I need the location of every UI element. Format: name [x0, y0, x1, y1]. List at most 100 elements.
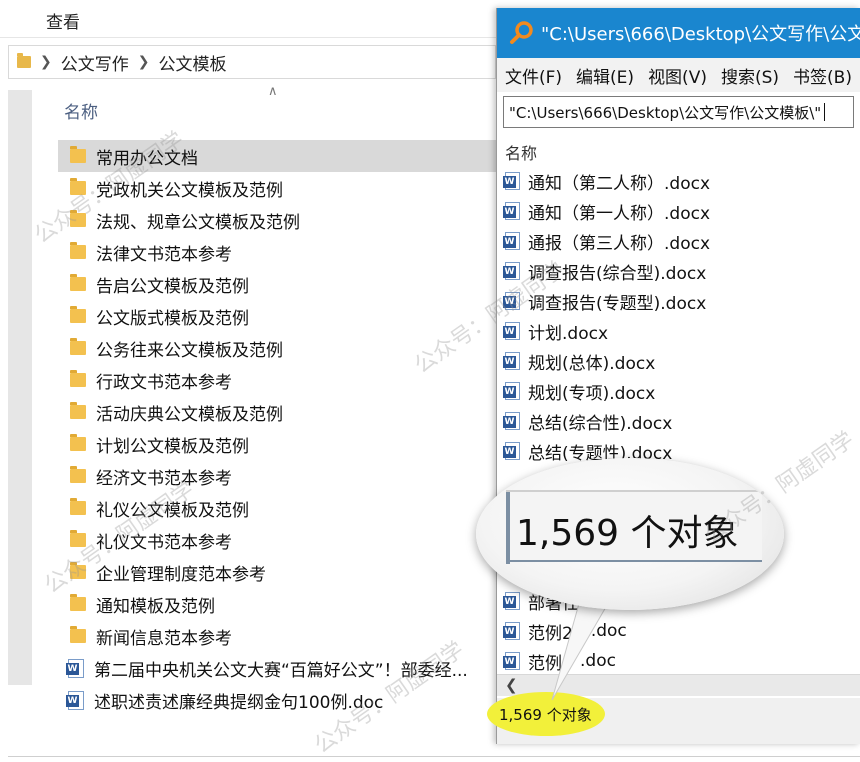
folder-row[interactable]: 告启公文模板及范例: [58, 268, 498, 300]
folder-row[interactable]: 常用办公文档: [58, 140, 498, 172]
folder-name: 行政文书范本参考: [96, 372, 232, 393]
breadcrumb-item[interactable]: 公文写作: [61, 50, 129, 75]
file-row[interactable]: 第二届中央机关公文大赛“百篇好公文”！部委经...: [58, 652, 498, 684]
result-file-name: 规划(专项).docx: [528, 383, 656, 404]
chevron-right-icon[interactable]: ❯: [40, 54, 52, 70]
word-document-icon: [503, 352, 520, 370]
result-row[interactable]: 通知（第一人称）.docx: [497, 196, 860, 226]
folder-row[interactable]: 经济文书范本参考: [58, 460, 498, 492]
folder-name: 企业管理制度范本参考: [96, 564, 266, 585]
folder-row[interactable]: 新闻信息范本参考: [58, 620, 498, 652]
result-row[interactable]: 规划(专项).docx: [497, 376, 860, 406]
result-row[interactable]: 范例 .doc: [497, 646, 860, 676]
folder-name: 活动庆典公文模板及范例: [96, 404, 283, 425]
word-document-icon: [503, 172, 520, 190]
result-row[interactable]: 调查报告(专题型).docx: [497, 286, 860, 316]
file-name: 第二届中央机关公文大赛“百篇好公文”！部委经...: [94, 660, 468, 681]
folder-row[interactable]: 行政文书范本参考: [58, 364, 498, 396]
chevron-right-icon[interactable]: ❯: [138, 54, 150, 70]
column-header-name[interactable]: 名称: [505, 140, 860, 163]
word-document-icon: [503, 382, 520, 400]
result-row[interactable]: 范例2 .doc: [497, 616, 860, 646]
menu-edit[interactable]: 编辑(E): [576, 63, 634, 88]
folder-name: 经济文书范本参考: [96, 468, 232, 489]
scroll-left-icon[interactable]: ❮: [505, 676, 518, 694]
breadcrumb-item[interactable]: 公文模板: [158, 50, 226, 75]
word-document-icon: [503, 292, 520, 310]
result-file-extension: .doc: [580, 651, 616, 671]
result-row[interactable]: 通报（第三人称）.docx: [497, 226, 860, 256]
result-row[interactable]: 计划.docx: [497, 316, 860, 346]
menu-bookmarks[interactable]: 书签(B): [793, 63, 852, 88]
folder-icon: [70, 498, 86, 515]
folder-row[interactable]: 法律文书范本参考: [58, 236, 498, 268]
folder-icon: [70, 146, 86, 163]
word-document-icon: [503, 322, 520, 340]
folder-row[interactable]: 通知模板及范例: [58, 588, 498, 620]
folder-icon: [70, 434, 86, 451]
folder-name: 新闻信息范本参考: [96, 628, 232, 649]
menu-bar: 文件(F) 编辑(E) 视图(V) 搜索(S) 书签(B): [497, 58, 860, 92]
folder-row[interactable]: 党政机关公文模板及范例: [58, 172, 498, 204]
file-row[interactable]: 述职述责述廉经典提纲金句100例.doc: [58, 684, 498, 716]
result-row[interactable]: 规划(总体).docx: [497, 346, 860, 376]
address-bar[interactable]: ❯ 公文写作 ❯ 公文模板: [8, 45, 496, 79]
folder-row[interactable]: 公务往来公文模板及范例: [58, 332, 498, 364]
title-bar: "C:\Users\666\Desktop\公文写作\公文: [497, 8, 860, 58]
folder-row[interactable]: 法规、规章公文模板及范例: [58, 204, 498, 236]
result-file-name: 范例: [528, 653, 562, 674]
folder-icon: [70, 274, 86, 291]
magnified-window-edge: [506, 492, 510, 564]
result-file-name: 通知（第二人称）.docx: [528, 173, 711, 194]
folder-icon: [70, 338, 86, 355]
navigation-pane-scrollbar[interactable]: [8, 90, 32, 685]
folder-row[interactable]: 公文版式模板及范例: [58, 300, 498, 332]
folder-icon: [70, 562, 86, 579]
folder-icon: [70, 530, 86, 547]
folder-name: 计划公文模板及范例: [96, 436, 249, 457]
folder-icon: [70, 626, 86, 643]
result-file-extension: .doc: [590, 621, 627, 641]
window-title: "C:\Users\666\Desktop\公文写作\公文: [541, 24, 860, 45]
folder-icon: [70, 466, 86, 483]
word-document-icon: [503, 262, 520, 280]
text-cursor: [824, 103, 826, 121]
folder-icon: [70, 178, 86, 195]
menu-search[interactable]: 搜索(S): [721, 63, 779, 88]
sort-ascending-icon: ∧: [268, 84, 278, 99]
folder-row[interactable]: 礼仪公文模板及范例: [58, 492, 498, 524]
word-document-icon: [503, 652, 520, 670]
ribbon-tab-view[interactable]: 查看: [46, 8, 80, 33]
folder-icon: [70, 306, 86, 323]
folder-row[interactable]: 礼仪文书范本参考: [58, 524, 498, 556]
folder-name: 常用办公文档: [96, 148, 198, 169]
result-row[interactable]: 通知（第二人称）.docx: [497, 166, 860, 196]
result-file-name: 计划.docx: [528, 323, 609, 344]
folder-icon: [70, 370, 86, 387]
word-document-icon: [503, 592, 520, 610]
result-row[interactable]: 调查报告(综合型).docx: [497, 256, 860, 286]
folder-row[interactable]: 计划公文模板及范例: [58, 428, 498, 460]
result-file-name: 范例2: [528, 623, 573, 644]
menu-view[interactable]: 视图(V): [648, 63, 707, 88]
folder-name: 法规、规章公文模板及范例: [96, 212, 300, 233]
folder-row[interactable]: 活动庆典公文模板及范例: [58, 396, 498, 428]
word-document-icon: [503, 412, 520, 430]
folder-icon: [17, 53, 31, 68]
ribbon-divider: [0, 37, 500, 38]
folder-name: 法律文书范本参考: [96, 244, 232, 265]
magnified-status-bar: 1,569 个对象: [506, 490, 762, 564]
magnified-object-count: 1,569 个对象: [516, 513, 739, 554]
result-file-name: 通知（第一人称）.docx: [528, 203, 711, 224]
column-header-name[interactable]: 名称: [64, 98, 98, 123]
search-input[interactable]: "C:\Users\666\Desktop\公文写作\公文模板\": [503, 96, 854, 128]
result-row[interactable]: 总结(综合性).docx: [497, 406, 860, 436]
word-document-icon: [503, 442, 520, 460]
menu-file[interactable]: 文件(F): [505, 63, 562, 88]
result-file-name: 调查报告(综合型).docx: [528, 263, 707, 284]
result-file-name: 规划(总体).docx: [528, 353, 656, 374]
word-document-icon: [503, 232, 520, 250]
window-bottom-border: [8, 756, 860, 757]
everything-search-icon: [510, 21, 533, 44]
folder-row[interactable]: 企业管理制度范本参考: [58, 556, 498, 588]
